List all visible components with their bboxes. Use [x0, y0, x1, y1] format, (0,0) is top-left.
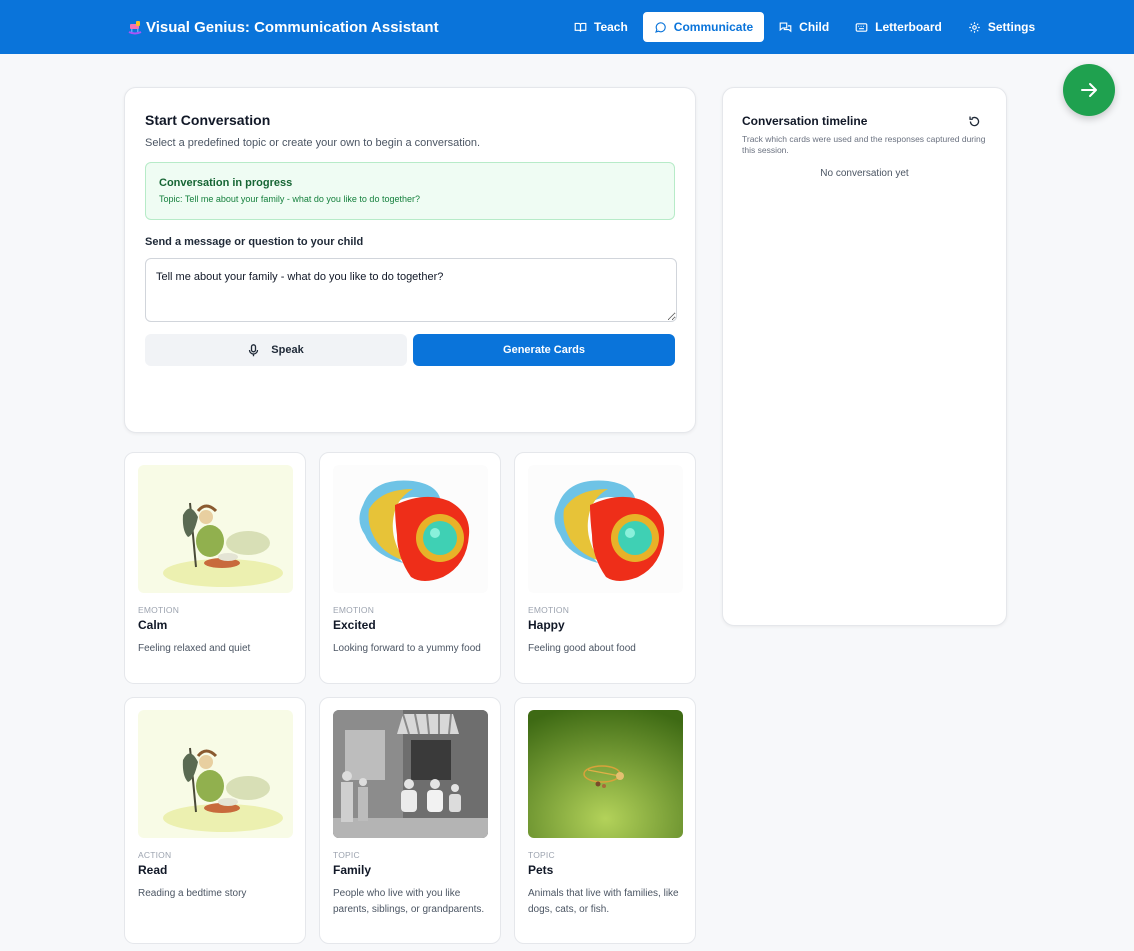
- arrow-right-icon: [1081, 83, 1097, 97]
- action-buttons: Speak Generate Cards: [145, 334, 675, 366]
- card-description: Feeling good about food: [528, 643, 636, 654]
- gear-icon: [969, 21, 980, 33]
- card-tile[interactable]: ACTION Read Reading a bedtime story: [124, 697, 306, 944]
- timeline-description: Track which cards were used and the resp…: [742, 134, 986, 156]
- next-button[interactable]: [1063, 64, 1115, 116]
- speak-button[interactable]: Speak: [145, 334, 407, 366]
- card-category: TOPIC: [333, 850, 360, 860]
- start-conversation-description: Select a predefined topic or create your…: [145, 137, 481, 149]
- refresh-icon[interactable]: [968, 115, 981, 128]
- card-category: EMOTION: [138, 605, 180, 615]
- abstract-swirl-illustration: [528, 465, 683, 593]
- nav-letterboard[interactable]: Letterboard: [844, 12, 953, 42]
- card-name: Family: [333, 863, 372, 877]
- card-description: Feeling relaxed and quiet: [138, 643, 251, 654]
- card-name: Calm: [138, 618, 168, 632]
- conversation-timeline-card: Conversation timeline Track which cards …: [722, 87, 1007, 626]
- abstract-swirl-illustration: [333, 465, 488, 593]
- nav-letterboard-label: Letterboard: [875, 20, 942, 34]
- message-input[interactable]: Tell me about your family - what do you …: [145, 258, 677, 322]
- start-conversation-card: Start Conversation Select a predefined t…: [124, 87, 696, 433]
- card-category: ACTION: [138, 850, 172, 860]
- timeline-header: Conversation timeline: [742, 114, 987, 128]
- nav-teach-label: Teach: [594, 20, 628, 34]
- card-name: Pets: [528, 863, 554, 877]
- messages-icon: [779, 21, 792, 32]
- rocking-horse-icon: [128, 19, 142, 35]
- card-category: TOPIC: [528, 850, 555, 860]
- card-description: Animals that live with families, like do…: [528, 888, 679, 915]
- app-title: Visual Genius: Communication Assistant: [146, 18, 439, 36]
- timeline-empty-state: No conversation yet: [820, 168, 909, 180]
- book-open-icon: [574, 22, 587, 32]
- conversation-status-banner: Conversation in progress Topic: Tell me …: [145, 162, 675, 220]
- card-tile[interactable]: EMOTION Happy Feeling good about food: [514, 452, 696, 684]
- chat-bubble-icon: [654, 21, 666, 33]
- card-name: Read: [138, 863, 168, 877]
- card-tile[interactable]: TOPIC Family People who live with you li…: [319, 697, 501, 944]
- card-category: EMOTION: [528, 605, 570, 615]
- keyboard-icon: [855, 22, 868, 32]
- nav-child-label: Child: [799, 20, 830, 34]
- card-description: People who live with you like parents, s…: [333, 888, 485, 915]
- card-description: Looking forward to a yummy food: [333, 643, 481, 654]
- status-title: Conversation in progress: [159, 177, 293, 189]
- green-brooch-photo: [528, 710, 683, 838]
- umbrella-person-illustration: [138, 710, 293, 838]
- app-brand[interactable]: Visual Genius: Communication Assistant: [128, 0, 439, 54]
- card-tile[interactable]: TOPIC Pets Animals that live with famili…: [514, 697, 696, 944]
- card-category: EMOTION: [333, 605, 375, 615]
- family-photo: [333, 710, 488, 838]
- card-name: Excited: [333, 618, 376, 632]
- nav-child[interactable]: Child: [768, 12, 840, 42]
- start-conversation-title: Start Conversation: [145, 112, 271, 128]
- timeline-title: Conversation timeline: [742, 114, 868, 128]
- generate-cards-button[interactable]: Generate Cards: [413, 334, 675, 366]
- top-navigation-bar: Visual Genius: Communication Assistant T…: [0, 0, 1134, 54]
- card-name: Happy: [528, 618, 565, 632]
- nav-teach[interactable]: Teach: [563, 12, 639, 42]
- microphone-icon: [249, 343, 259, 356]
- main-nav: Teach Communicate Child Letterboard Sett…: [563, 12, 1046, 42]
- nav-communicate-label: Communicate: [673, 20, 754, 34]
- nav-settings[interactable]: Settings: [957, 12, 1046, 42]
- nav-settings-label: Settings: [987, 20, 1036, 34]
- card-tile[interactable]: EMOTION Calm Feeling relaxed and quiet: [124, 452, 306, 684]
- card-description: Reading a bedtime story: [138, 888, 247, 899]
- umbrella-person-illustration: [138, 465, 293, 593]
- speak-label: Speak: [271, 344, 304, 356]
- status-topic: Topic: Tell me about your family - what …: [159, 194, 420, 204]
- nav-communicate[interactable]: Communicate: [642, 12, 765, 42]
- message-label: Send a message or question to your child: [145, 236, 364, 248]
- card-tile[interactable]: EMOTION Excited Looking forward to a yum…: [319, 452, 501, 684]
